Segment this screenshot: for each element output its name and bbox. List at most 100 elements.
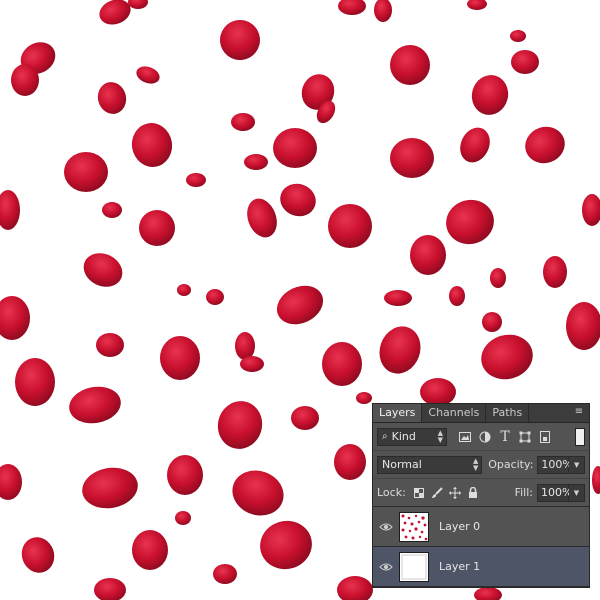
adjustment-filter-icon[interactable] (475, 428, 495, 446)
rose-petal (128, 0, 148, 9)
chevron-updown-icon: ▲ ▼ (472, 456, 479, 472)
rose-petal (474, 587, 502, 600)
eye-icon[interactable] (373, 562, 399, 572)
rose-petal (69, 386, 121, 424)
rose-petal (167, 455, 203, 495)
layer-thumbnail (399, 511, 429, 542)
rose-petal (11, 64, 39, 96)
rose-petal (582, 194, 600, 226)
eye-icon[interactable] (373, 522, 399, 532)
layer-row-layer-1[interactable]: Layer 1 (373, 547, 589, 587)
opacity-dropdown-icon[interactable]: ▼ (569, 455, 585, 474)
lock-position-icon[interactable] (446, 484, 464, 502)
lock-transparent-icon[interactable] (410, 484, 428, 502)
tab-paths[interactable]: Paths (486, 404, 530, 422)
rose-petal (82, 467, 138, 509)
lock-label: Lock: (377, 486, 406, 499)
rose-petal (543, 256, 567, 288)
rose-petal (511, 50, 539, 74)
rose-petal (592, 466, 600, 494)
rose-petal (334, 444, 366, 480)
rose-petal (379, 326, 421, 374)
rose-petal (94, 578, 126, 600)
tab-layers[interactable]: Layers (373, 404, 423, 422)
fill-input[interactable]: 100% (537, 483, 572, 502)
rose-petal (247, 198, 277, 238)
rose-petal (244, 154, 268, 170)
rose-petal (260, 520, 312, 570)
rose-petal (510, 30, 526, 42)
rose-petal (525, 126, 565, 164)
rose-petal (235, 332, 255, 360)
rose-petal (273, 128, 317, 168)
rose-petal (206, 289, 224, 305)
rose-petal (15, 358, 55, 406)
rose-petal (328, 204, 372, 248)
rose-petal (420, 378, 456, 406)
rose-petal (99, 0, 131, 25)
rose-petal (213, 564, 237, 584)
panel-menu-icon[interactable]: ≡ (573, 406, 585, 418)
rose-petal (0, 190, 20, 230)
filter-toggle-switch[interactable] (575, 427, 585, 446)
rose-petal (291, 406, 319, 430)
search-icon: ⌕ (382, 430, 388, 442)
rose-petal (0, 296, 30, 340)
rose-petal (482, 312, 502, 332)
rose-petal (460, 127, 490, 163)
pixel-filter-icon[interactable] (455, 428, 475, 446)
blend-mode-value: Normal (382, 457, 422, 471)
layer-filter-row: ⌕ Kind ▲ ▼ T (373, 423, 589, 451)
rose-petal (356, 392, 372, 404)
layer-name[interactable]: Layer 0 (439, 520, 480, 533)
opacity-label: Opacity: (488, 458, 534, 471)
lock-all-icon[interactable] (464, 484, 482, 502)
rose-petal (240, 356, 264, 372)
rose-petal (220, 20, 260, 60)
rose-petal (481, 334, 533, 380)
layers-panel: Layers Channels Paths ≡ ⌕ Kind ▲ ▼ T Norm… (372, 403, 590, 588)
rose-petal (102, 202, 122, 218)
rose-petal (410, 235, 446, 275)
rose-petal (177, 284, 191, 296)
rose-petal (449, 286, 465, 306)
rose-petal (280, 183, 316, 217)
smart-object-filter-icon[interactable] (535, 428, 555, 446)
layers-list: Layer 0 Layer 1 (373, 507, 589, 587)
lock-paint-icon[interactable] (428, 484, 446, 502)
rose-petal (132, 530, 168, 570)
blend-mode-dropdown[interactable]: Normal ▲ ▼ (377, 455, 483, 474)
rose-petal (139, 210, 175, 246)
rose-petal (384, 290, 412, 306)
panel-tab-bar: Layers Channels Paths ≡ (373, 404, 589, 423)
layer-thumbnail (399, 551, 429, 582)
type-filter-icon[interactable]: T (495, 428, 515, 446)
rose-petal (566, 302, 600, 350)
tab-channels[interactable]: Channels (422, 404, 487, 422)
fill-dropdown-icon[interactable]: ▼ (569, 483, 585, 502)
rose-petal (217, 401, 263, 449)
rose-petal (490, 268, 506, 288)
rose-petal (136, 66, 160, 84)
rose-petal (337, 576, 373, 600)
opacity-input[interactable]: 100% (537, 455, 573, 474)
layer-name[interactable]: Layer 1 (439, 560, 480, 573)
fill-label: Fill: (514, 486, 533, 499)
rose-petal (97, 82, 127, 114)
rose-petal (160, 336, 200, 380)
rose-petal (186, 173, 206, 187)
kind-filter-dropdown[interactable]: ⌕ Kind ▲ ▼ (377, 427, 447, 446)
shape-filter-icon[interactable] (515, 428, 535, 446)
rose-petal (467, 0, 487, 10)
rose-petal (83, 253, 123, 287)
layer-row-layer-0[interactable]: Layer 0 (373, 507, 589, 547)
rose-petal (322, 342, 362, 386)
kind-filter-label: Kind (391, 429, 416, 443)
rose-petal (374, 0, 392, 22)
rose-petal (390, 45, 430, 85)
rose-petal (471, 75, 509, 115)
rose-petal (232, 470, 284, 516)
chevron-updown-icon: ▲ ▼ (437, 428, 443, 444)
rose-petal (446, 199, 494, 245)
rose-petal (276, 285, 324, 325)
